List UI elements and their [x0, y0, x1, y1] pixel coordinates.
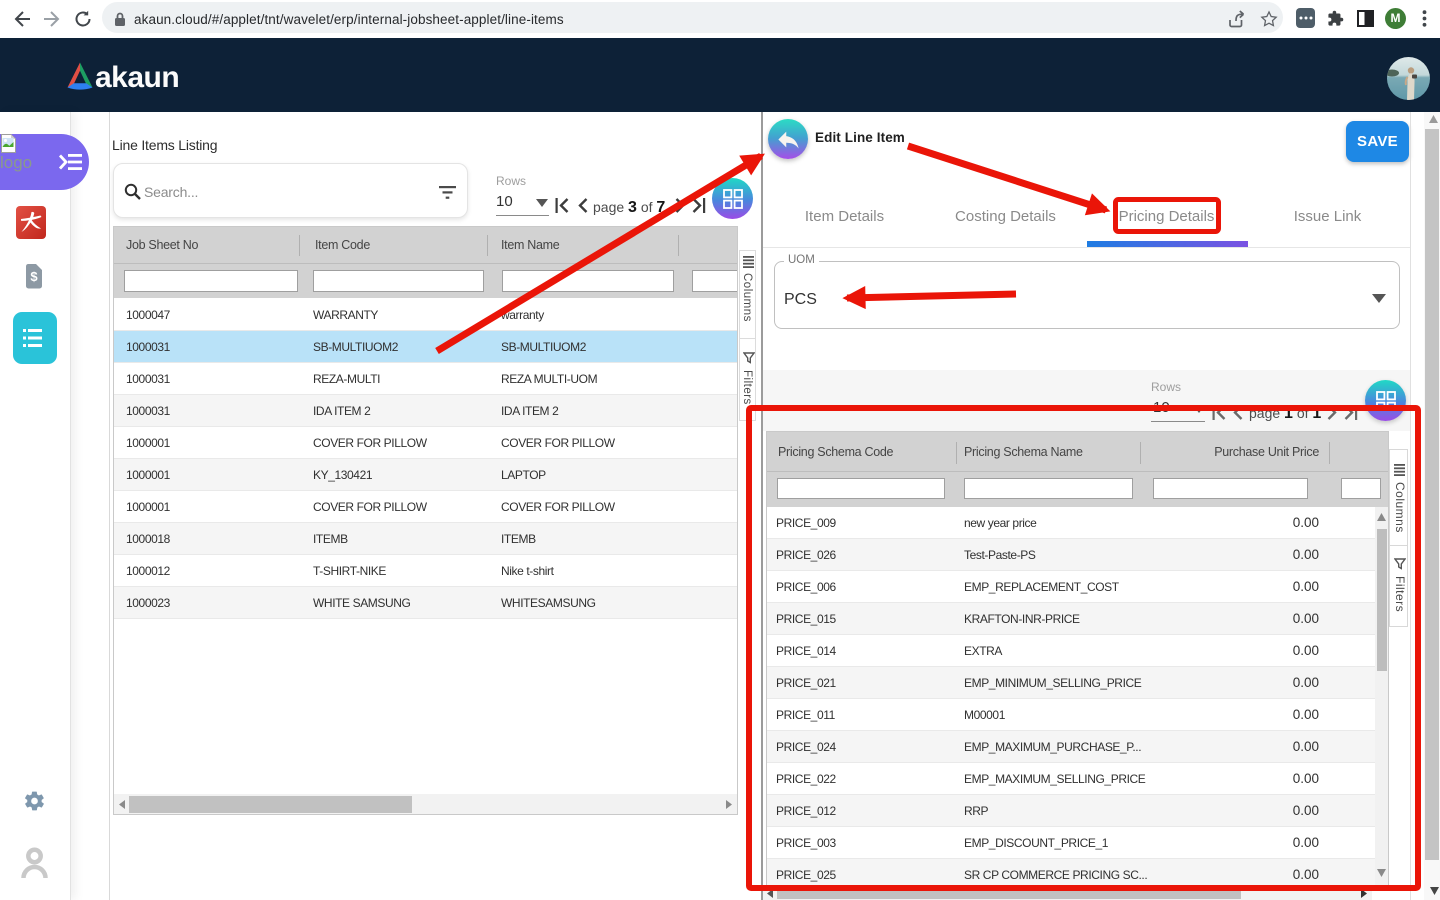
svg-text:$: $ [30, 269, 38, 284]
